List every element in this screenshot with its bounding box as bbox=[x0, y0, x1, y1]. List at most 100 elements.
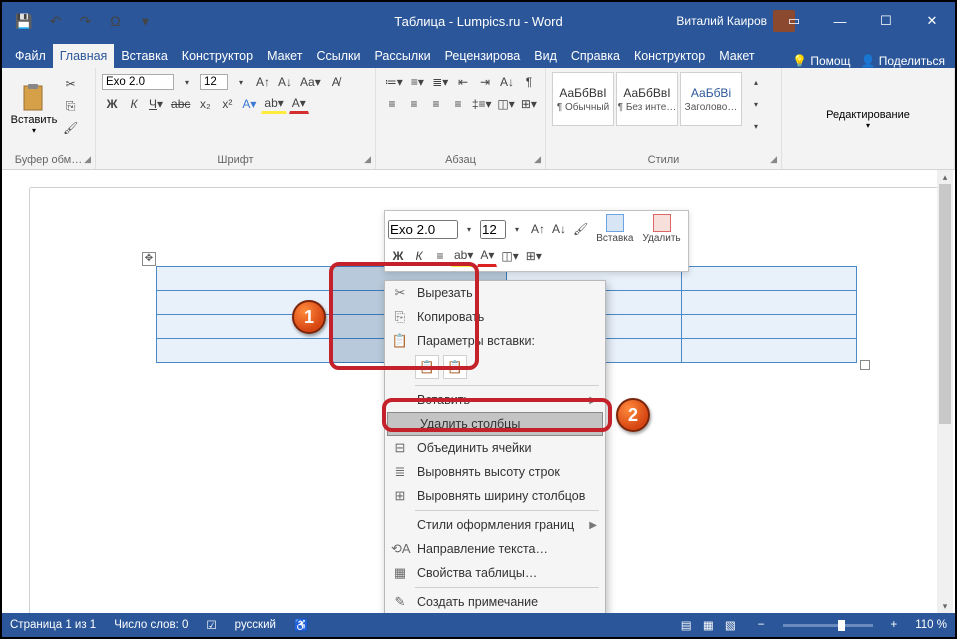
zoom-in-button[interactable]: + bbox=[891, 619, 898, 631]
share-button[interactable]: 👤 Поделиться bbox=[860, 54, 945, 68]
status-language[interactable]: русский bbox=[235, 619, 276, 631]
tab-home[interactable]: Главная bbox=[53, 44, 115, 68]
format-painter-icon[interactable]: 🖌 bbox=[60, 118, 81, 138]
line-spacing-icon[interactable]: ‡≡▾ bbox=[470, 94, 493, 114]
tab-layout[interactable]: Макет bbox=[260, 44, 309, 68]
zoom-slider[interactable] bbox=[783, 624, 873, 627]
table-resize-handle-icon[interactable] bbox=[860, 360, 870, 370]
paste-option-2[interactable]: 📋 bbox=[443, 355, 467, 379]
status-spellcheck-icon[interactable]: ☑ bbox=[206, 618, 216, 632]
font-color-icon[interactable]: A▾ bbox=[477, 245, 497, 267]
bullets-icon[interactable]: ≔▾ bbox=[382, 72, 405, 92]
strike-button[interactable]: abc bbox=[168, 94, 193, 114]
redo-icon[interactable]: ↷ bbox=[75, 11, 95, 31]
undo-icon[interactable]: ↶ bbox=[45, 11, 65, 31]
editing-button[interactable]: Редактирование ▾ bbox=[826, 109, 910, 130]
mini-font-name-input[interactable] bbox=[388, 220, 458, 239]
mini-insert-button[interactable]: Вставка bbox=[592, 214, 637, 244]
menu-distribute-rows[interactable]: ≣Выровнять высоту строк bbox=[385, 460, 605, 484]
status-accessibility-icon[interactable]: ♿ bbox=[294, 618, 308, 632]
menu-cut[interactable]: ✂Вырезать bbox=[385, 281, 605, 305]
text-effects-icon[interactable]: A▾ bbox=[239, 94, 259, 114]
minimize-button[interactable]: — bbox=[817, 2, 863, 40]
menu-delete-columns[interactable]: Удалить столбцы bbox=[387, 412, 603, 436]
menu-copy[interactable]: ⎘Копировать bbox=[385, 305, 605, 329]
scrollbar-thumb[interactable] bbox=[939, 184, 951, 424]
style-heading[interactable]: АаБбВі Заголово… bbox=[680, 72, 742, 126]
chevron-down-icon[interactable]: ▾ bbox=[459, 218, 479, 240]
format-painter-icon[interactable]: 🖌 bbox=[570, 218, 591, 240]
italic-button[interactable]: К bbox=[124, 94, 144, 114]
styles-up-icon[interactable]: ▴ bbox=[746, 72, 766, 92]
shading-icon[interactable]: ◫▾ bbox=[498, 245, 521, 267]
tab-view[interactable]: Вид bbox=[527, 44, 564, 68]
paste-option-1[interactable]: 📋 bbox=[415, 355, 439, 379]
show-marks-icon[interactable]: ¶ bbox=[519, 72, 539, 92]
tell-me[interactable]: 💡 Помощ bbox=[792, 54, 850, 68]
styles-more-icon[interactable]: ▾ bbox=[746, 116, 766, 136]
view-read-icon[interactable]: ▤ bbox=[681, 620, 692, 632]
tab-table-design[interactable]: Конструктор bbox=[627, 44, 712, 68]
superscript-button[interactable]: x² bbox=[217, 94, 237, 114]
sort-icon[interactable]: A↓ bbox=[497, 72, 517, 92]
vertical-scrollbar[interactable]: ▴ ▾ bbox=[937, 170, 953, 613]
tab-table-layout[interactable]: Макет bbox=[712, 44, 761, 68]
font-color-icon[interactable]: A▾ bbox=[289, 94, 309, 114]
align-center-icon[interactable]: ≡ bbox=[404, 94, 424, 114]
bold-button[interactable]: Ж bbox=[102, 94, 122, 114]
highlight-icon[interactable]: ab▾ bbox=[261, 94, 286, 114]
dialog-launcher-icon[interactable]: ◢ bbox=[534, 154, 541, 165]
size-dropdown-icon[interactable]: ▾ bbox=[231, 72, 251, 92]
paste-button[interactable]: Вставить ▾ bbox=[8, 72, 60, 144]
numbering-icon[interactable]: ≡▾ bbox=[407, 72, 427, 92]
shrink-font-icon[interactable]: A↓ bbox=[275, 72, 295, 92]
style-no-spacing[interactable]: АаБбВвІ ¶ Без инте… bbox=[616, 72, 678, 126]
status-word-count[interactable]: Число слов: 0 bbox=[114, 619, 188, 631]
tab-file[interactable]: Файл bbox=[8, 44, 53, 68]
tab-help[interactable]: Справка bbox=[564, 44, 627, 68]
highlight-icon[interactable]: ab▾ bbox=[451, 245, 476, 267]
dialog-launcher-icon[interactable]: ◢ bbox=[84, 154, 91, 165]
ribbon-options-icon[interactable]: ▭ bbox=[771, 2, 817, 40]
table-move-handle-icon[interactable]: ✥ bbox=[142, 252, 156, 266]
align-right-icon[interactable]: ≡ bbox=[426, 94, 446, 114]
menu-table-properties[interactable]: ▦Свойства таблицы… bbox=[385, 561, 605, 585]
bold-button[interactable]: Ж bbox=[388, 245, 408, 267]
cut-icon[interactable]: ✂ bbox=[60, 74, 81, 94]
shading-icon[interactable]: ◫▾ bbox=[495, 94, 516, 114]
horizontal-ruler[interactable] bbox=[30, 170, 937, 188]
tab-review[interactable]: Рецензирова bbox=[438, 44, 528, 68]
clear-format-icon[interactable]: A̸ bbox=[326, 72, 346, 92]
grow-font-icon[interactable]: A↑ bbox=[528, 218, 548, 240]
tab-mailings[interactable]: Рассылки bbox=[367, 44, 437, 68]
change-case-icon[interactable]: Aa▾ bbox=[297, 72, 324, 92]
style-normal[interactable]: АаБбВвІ ¶ Обычный bbox=[552, 72, 614, 126]
menu-border-styles[interactable]: Стили оформления границ▶ bbox=[385, 513, 605, 537]
status-page[interactable]: Страница 1 из 1 bbox=[10, 619, 96, 631]
borders-icon[interactable]: ⊞▾ bbox=[519, 94, 539, 114]
copy-icon[interactable]: ⎘ bbox=[60, 96, 81, 116]
view-print-icon[interactable]: ▦ bbox=[703, 620, 714, 632]
multilevel-icon[interactable]: ≣▾ bbox=[429, 72, 451, 92]
menu-merge-cells[interactable]: ⊟Объединить ячейки bbox=[385, 436, 605, 460]
styles-down-icon[interactable]: ▾ bbox=[746, 94, 766, 114]
close-button[interactable]: ✕ bbox=[909, 2, 955, 40]
italic-button[interactable]: К bbox=[409, 245, 429, 267]
font-size-input[interactable] bbox=[200, 74, 228, 90]
save-icon[interactable]: 💾 bbox=[12, 11, 35, 31]
indent-left-icon[interactable]: ⇤ bbox=[453, 72, 473, 92]
menu-text-direction[interactable]: ⟲AНаправление текста… bbox=[385, 537, 605, 561]
maximize-button[interactable]: ☐ bbox=[863, 2, 909, 40]
chevron-down-icon[interactable]: ▾ bbox=[507, 218, 527, 240]
dialog-launcher-icon[interactable]: ◢ bbox=[364, 154, 371, 165]
view-web-icon[interactable]: ▧ bbox=[725, 620, 736, 632]
mini-delete-button[interactable]: Удалить bbox=[638, 214, 684, 244]
indent-right-icon[interactable]: ⇥ bbox=[475, 72, 495, 92]
align-icon[interactable]: ≡ bbox=[430, 245, 450, 267]
zoom-level[interactable]: 110 % bbox=[915, 619, 947, 631]
vertical-ruler[interactable] bbox=[2, 188, 30, 613]
menu-insert[interactable]: Вставить▶ bbox=[385, 388, 605, 412]
align-left-icon[interactable]: ≡ bbox=[382, 94, 402, 114]
tab-references[interactable]: Ссылки bbox=[309, 44, 367, 68]
scroll-up-icon[interactable]: ▴ bbox=[937, 170, 953, 184]
